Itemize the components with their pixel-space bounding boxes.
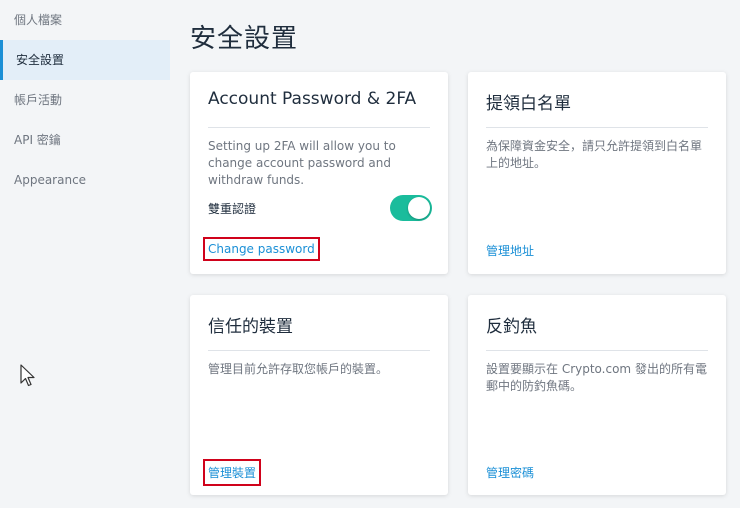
sidebar-item-profile[interactable]: 個人檔案 [0, 0, 170, 40]
manage-code-link[interactable]: 管理密碼 [486, 464, 534, 481]
mouse-cursor-icon [20, 364, 35, 387]
main-content: 安全設置 Account Password & 2FA Setting up 2… [170, 0, 740, 508]
page-title: 安全設置 [190, 24, 299, 54]
change-password-link[interactable]: Change password [203, 237, 320, 261]
withdrawal-whitelist-card: 提領白名單 為保障資金安全，請只允許提領到白名單上的地址。 管理地址 [468, 72, 726, 274]
2fa-toggle-label: 雙重認證 [208, 201, 257, 216]
sidebar-item-appearance[interactable]: Appearance [0, 160, 170, 200]
card-description: 為保障資金安全，請只允許提領到白名單上的地址。 [486, 139, 703, 170]
card-description: Setting up 2FA will allow you to change … [208, 139, 396, 187]
card-description: 設置要顯示在 Crypto.com 發出的所有電郵中的防釣魚碼。 [486, 362, 707, 393]
sidebar-item-security[interactable]: 安全設置 [0, 40, 170, 80]
2fa-toggle-switch[interactable] [390, 195, 432, 221]
sidebar-item-account-activity[interactable]: 帳戶活動 [0, 80, 170, 120]
trusted-devices-card: 信任的裝置 管理目前允許存取您帳戶的裝置。 管理裝置 [190, 295, 448, 495]
2fa-toggle-row: 雙重認證 [208, 194, 432, 222]
anti-phishing-card: 反釣魚 設置要顯示在 Crypto.com 發出的所有電郵中的防釣魚碼。 管理密… [468, 295, 726, 495]
account-password-2fa-card: Account Password & 2FA Setting up 2FA wi… [190, 72, 448, 274]
toggle-knob [408, 197, 430, 219]
card-title: Account Password & 2FA [208, 72, 430, 128]
card-title: 反釣魚 [486, 295, 708, 351]
card-title: 提領白名單 [486, 72, 708, 128]
card-description: 管理目前允許存取您帳戶的裝置。 [208, 362, 389, 376]
sidebar-item-api-keys[interactable]: API 密鑰 [0, 120, 170, 160]
manage-addresses-link[interactable]: 管理地址 [486, 242, 534, 259]
card-title: 信任的裝置 [208, 295, 430, 351]
manage-devices-link[interactable]: 管理裝置 [202, 459, 262, 486]
sidebar: 個人檔案 安全設置 帳戶活動 API 密鑰 Appearance [0, 0, 170, 508]
